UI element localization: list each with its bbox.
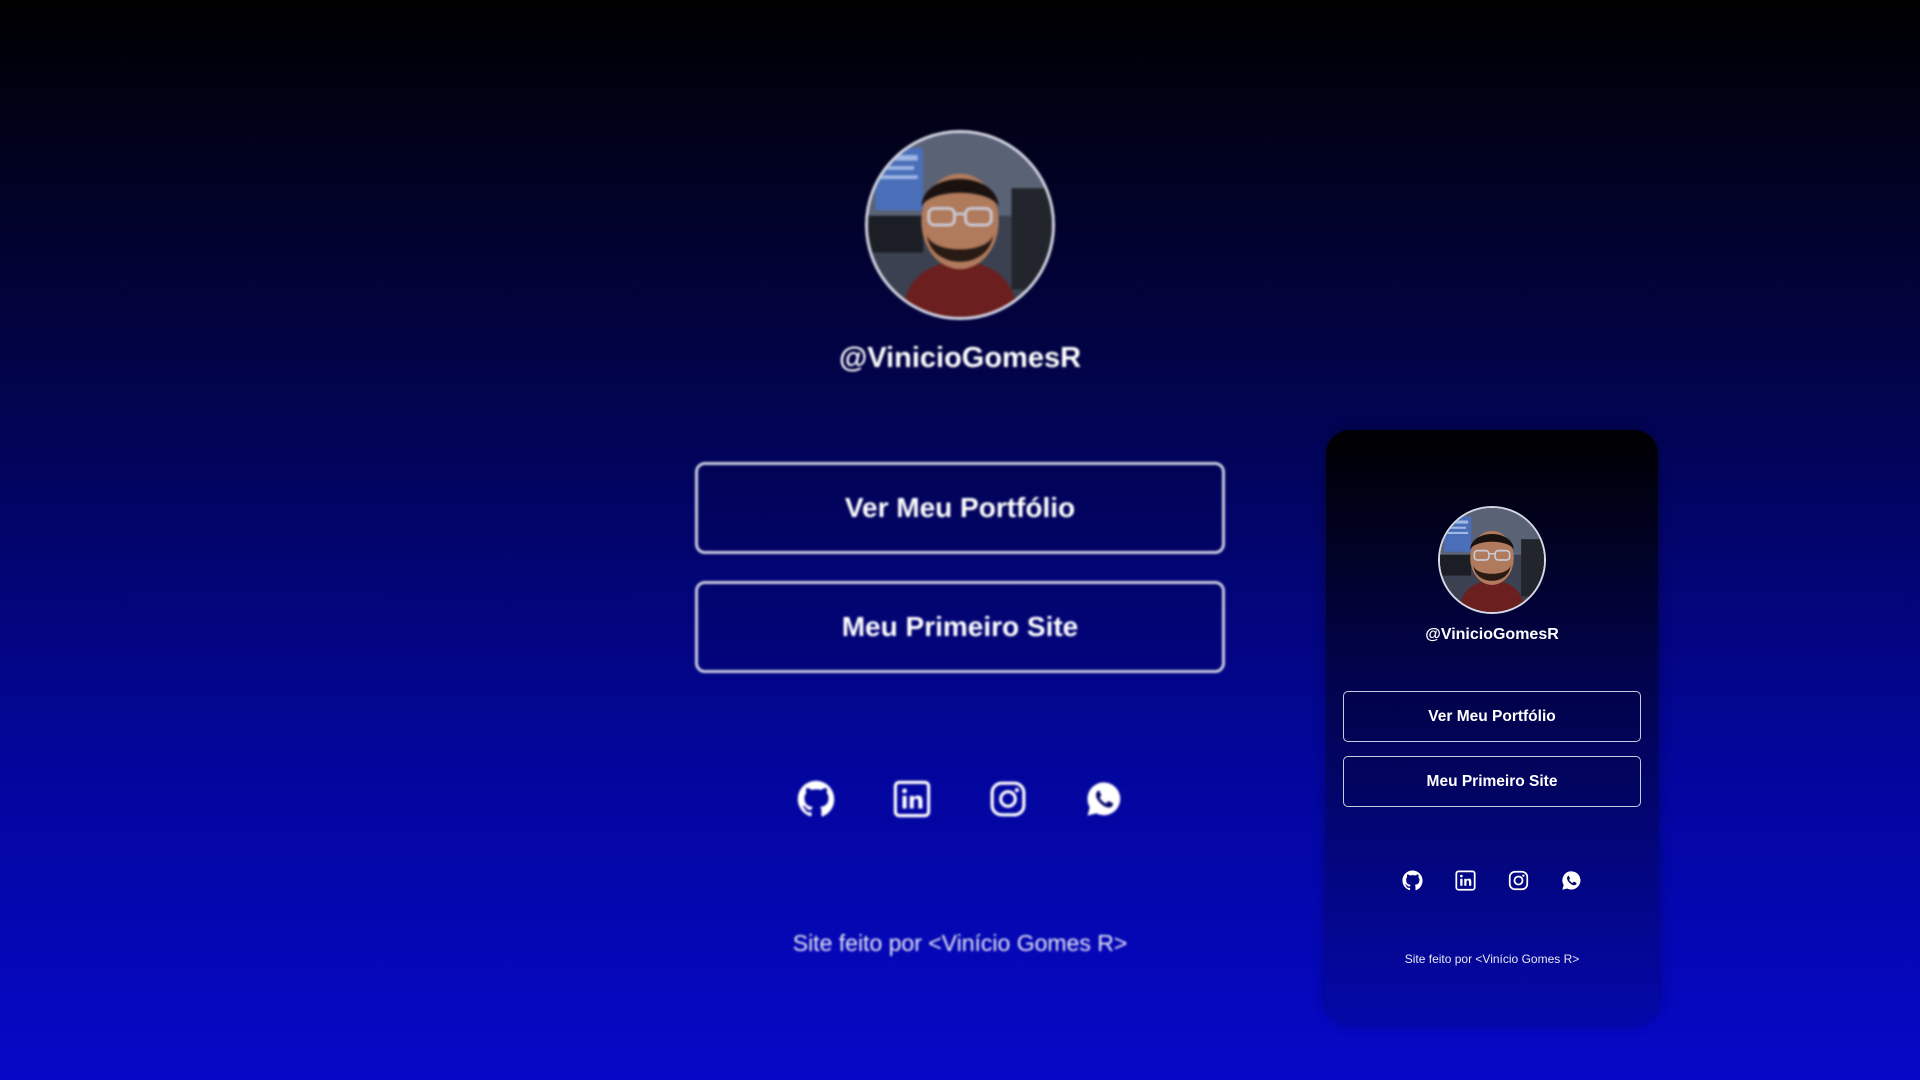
portfolio-button[interactable]: Ver Meu Portfólio — [695, 462, 1225, 554]
social-links — [1326, 870, 1658, 891]
whatsapp-icon[interactable] — [1085, 780, 1123, 818]
footer-credit: Site feito por <Vinício Gomes R> — [792, 930, 1128, 956]
mobile-preview-card: @VinicioGomesR Ver Meu Portfólio Meu Pri… — [1326, 430, 1658, 1023]
profile-handle: @VinicioGomesR — [838, 342, 1082, 374]
instagram-icon[interactable] — [1508, 870, 1529, 891]
social-links — [760, 780, 1160, 818]
linkedin-icon[interactable] — [893, 780, 931, 818]
footer-credit: Site feito por <Vinício Gomes R> — [1404, 952, 1580, 966]
avatar — [865, 130, 1055, 320]
profile-photo-image — [868, 133, 1052, 317]
profile-handle: @VinicioGomesR — [1425, 626, 1559, 643]
whatsapp-icon[interactable] — [1561, 870, 1582, 891]
avatar — [1438, 506, 1546, 614]
instagram-icon[interactable] — [989, 780, 1027, 818]
first-site-button[interactable]: Meu Primeiro Site — [695, 581, 1225, 673]
github-icon[interactable] — [1402, 870, 1423, 891]
portfolio-button[interactable]: Ver Meu Portfólio — [1343, 691, 1641, 742]
linkedin-icon[interactable] — [1455, 870, 1476, 891]
profile-photo-image — [1440, 508, 1544, 612]
github-icon[interactable] — [797, 780, 835, 818]
first-site-button[interactable]: Meu Primeiro Site — [1343, 756, 1641, 807]
